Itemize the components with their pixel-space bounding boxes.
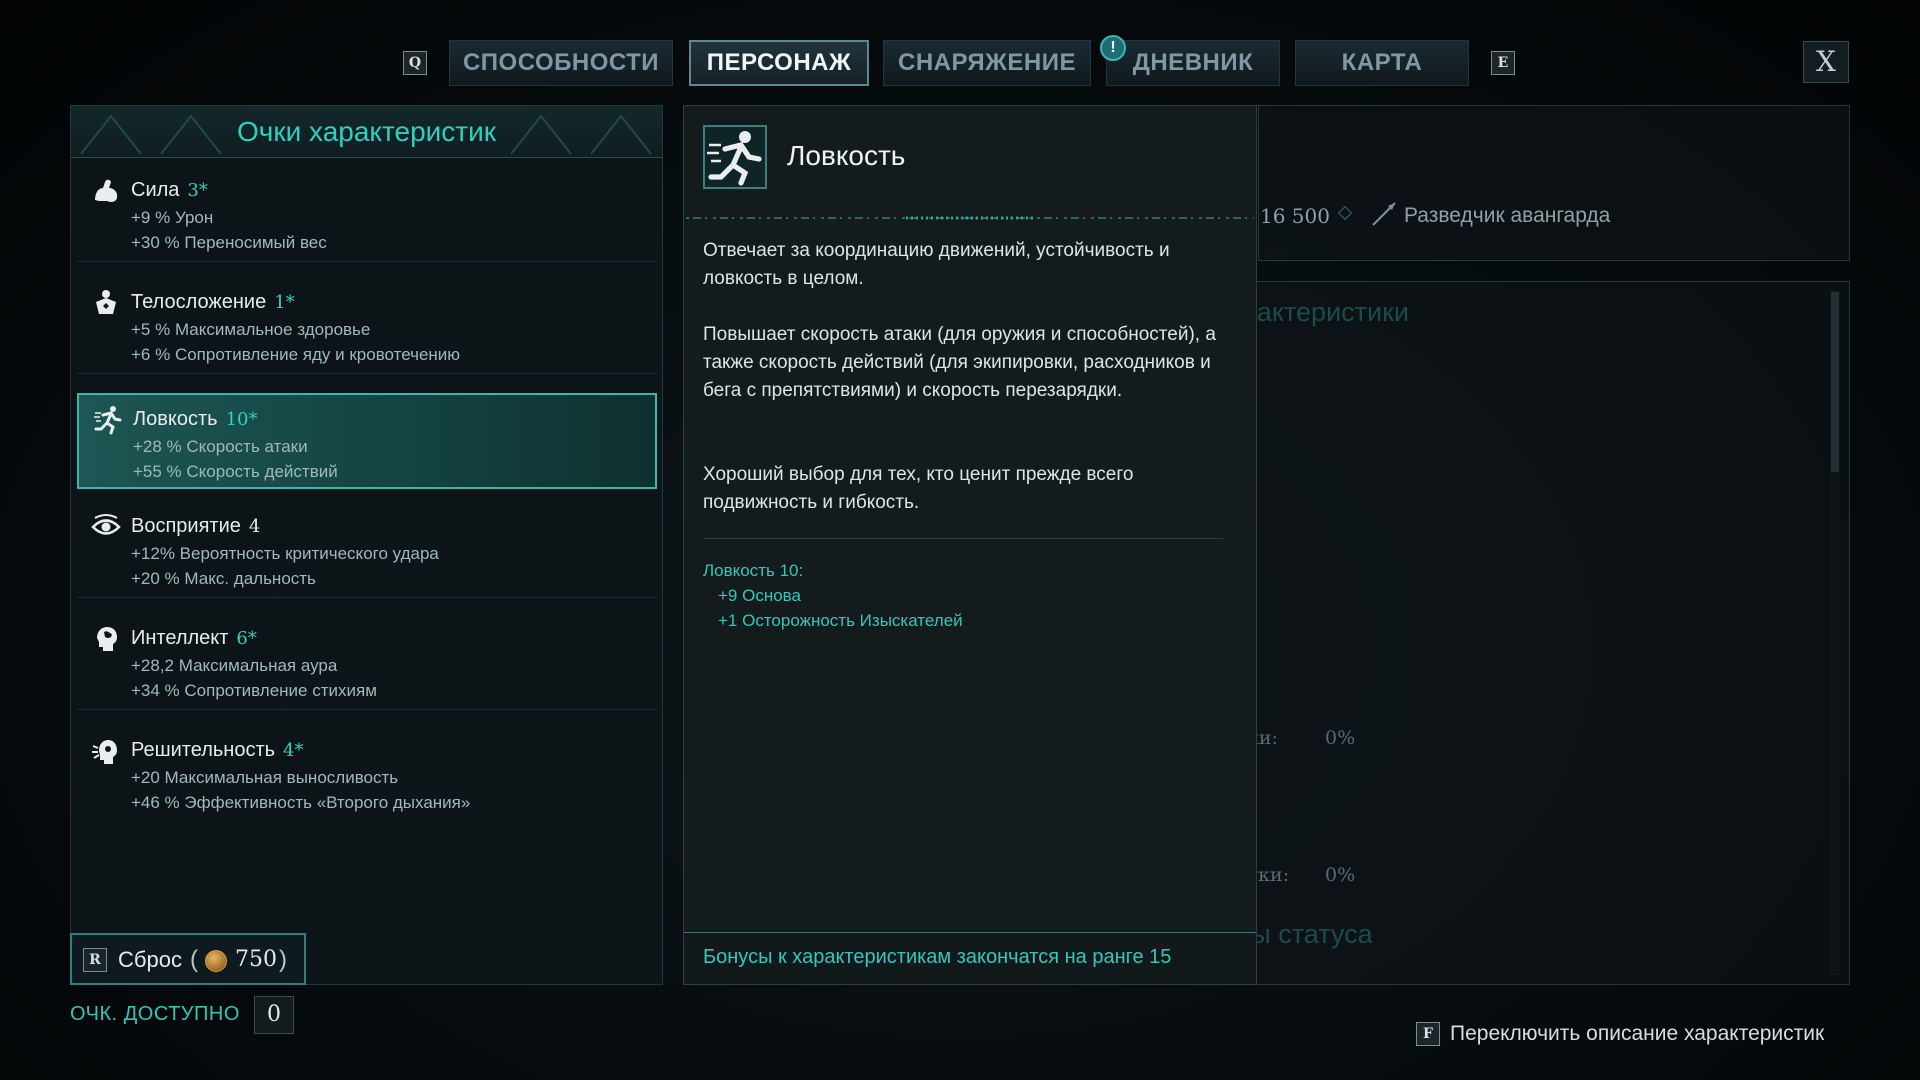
attribute-perception[interactable]: Восприятие 4 +12% Вероятность критическог… (77, 502, 657, 598)
attribute-bonus: +34 % Сопротивление стихиям (131, 681, 377, 700)
spear-icon (1372, 202, 1396, 226)
resolve-head-icon (92, 740, 117, 764)
attribute-resolve[interactable]: Решительность 4* +20 Максимальная выносли… (77, 726, 657, 822)
attribute-value: 6* (236, 628, 257, 649)
tooltip-description: Отвечает за координацию движений, устойч… (703, 240, 1170, 289)
tooltip-breakdown-header: Ловкость 10: (703, 561, 804, 580)
coin-icon (205, 950, 227, 972)
reset-paren-close: ) (279, 946, 287, 973)
constitution-figure-icon (96, 290, 116, 314)
attribute-name: Ловкость (133, 408, 218, 430)
reset-cost: 750 (235, 947, 277, 972)
offhand-crit-extra: 0% (1325, 864, 1356, 886)
attributes-header: Очки характеристик (71, 106, 662, 158)
eye-icon (91, 514, 121, 535)
character-level: 16 500 (1260, 204, 1330, 228)
attribute-constitution[interactable]: Телосложение 1* +5 % Максимальное здоровь… (77, 278, 657, 374)
tab-abilities[interactable]: СПОСОБНОСТИ (449, 40, 673, 86)
tooltip-title: Ловкость (787, 140, 906, 171)
attribute-bonus: +28,2 Максимальная аура (131, 656, 338, 675)
running-figure-icon (94, 406, 122, 435)
character-class: Разведчик авангарда (1404, 204, 1611, 227)
tab-equipment[interactable]: СНАРЯЖЕНИЕ (883, 40, 1091, 86)
available-points-value: 0 (254, 996, 294, 1034)
attribute-name: Сила (131, 179, 180, 201)
attribute-name: Решительность (131, 739, 276, 761)
attribute-bonus: +55 % Скорость действий (133, 462, 338, 481)
tooltip-divider (686, 216, 1254, 220)
attribute-value: 4 (248, 516, 261, 537)
tooltip-breakdown-line: +1 Осторожность Изыскателей (718, 611, 963, 630)
offhand-crit-current: 0% (1325, 727, 1356, 749)
flexed-arm-icon (95, 179, 118, 202)
attribute-agility[interactable]: Ловкость 10* +28 % Скорость атаки +55 % С… (77, 393, 657, 489)
tab-map[interactable]: КАРТА (1295, 40, 1469, 86)
tooltip-footer-text: Бонусы к характеристикам закончатся на р… (703, 946, 1172, 968)
attribute-tooltip: Ловкость Отвечает за координацию движени… (683, 105, 1257, 985)
tooltip-separator (703, 538, 1223, 539)
running-figure-icon (707, 131, 762, 186)
next-tab-key[interactable]: E (1491, 51, 1515, 75)
attribute-bonus: +46 % Эффективность «Второго дыхания» (131, 793, 471, 812)
attribute-bonus: +6 % Сопротивление яду и кровотечению (131, 345, 461, 364)
attribute-bonus: +20 Максимальная выносливость (131, 768, 399, 787)
attribute-value: 1* (274, 292, 295, 313)
attribute-name: Интеллект (131, 627, 229, 649)
character-summary-panel (1258, 105, 1850, 261)
tab-character[interactable]: ПЕРСОНАЖ (689, 40, 869, 86)
attribute-name: Восприятие (131, 515, 241, 537)
tooltip-breakdown-line: +9 Основа (718, 586, 801, 605)
stats-scrollbar-thumb[interactable] (1831, 292, 1839, 472)
reset-label: Сброс (118, 947, 182, 972)
attribute-intellect[interactable]: Интеллект 6* +28,2 Максимальная аура +34 … (77, 614, 657, 710)
brain-head-icon (97, 627, 117, 651)
reset-attributes-button[interactable]: R Сброс ( 750 ) (70, 933, 306, 985)
reset-key: R (83, 948, 107, 972)
toggle-description-hint[interactable]: Переключить описание характеристик (1450, 1022, 1824, 1046)
attribute-strength[interactable]: Сила 3* +9 % Урон +30 % Переносимый вес (77, 166, 657, 262)
close-button[interactable]: X (1803, 41, 1849, 83)
attributes-panel: Очки характеристик Сила 3* +9 % Урон +30 … (70, 105, 663, 985)
attributes-title: Очки характеристик (236, 116, 496, 147)
tooltip-footer: Бонусы к характеристикам закончатся на р… (684, 932, 1256, 984)
attribute-bonus: +5 % Максимальное здоровье (131, 320, 371, 339)
attribute-bonus: +28 % Скорость атаки (133, 437, 308, 456)
reset-paren-open: ( (190, 946, 198, 973)
journal-notification-badge: ! (1100, 35, 1126, 61)
tooltip-icon-frame (703, 125, 767, 189)
prev-tab-key[interactable]: Q (403, 51, 427, 75)
attribute-bonus: +12% Вероятность критического удара (131, 544, 439, 563)
tab-journal[interactable]: ДНЕВНИК (1106, 40, 1280, 86)
attribute-value: 4* (283, 740, 304, 761)
tooltip-description: Хороший выбор для тех, кто ценит прежде … (703, 464, 1134, 513)
toggle-description-key[interactable]: F (1416, 1022, 1440, 1046)
tooltip-description: Повышает скорость атаки (для оружия и сп… (703, 324, 1216, 401)
attribute-value: 10* (225, 409, 258, 430)
attribute-value: 3* (187, 180, 208, 201)
available-points-label: ОЧК. ДОСТУПНО (70, 1003, 240, 1025)
attribute-name: Телосложение (131, 291, 267, 313)
attribute-bonus: +9 % Урон (131, 208, 214, 227)
attribute-bonus: +20 % Макс. дальность (131, 569, 316, 588)
attribute-bonus: +30 % Переносимый вес (131, 233, 327, 252)
